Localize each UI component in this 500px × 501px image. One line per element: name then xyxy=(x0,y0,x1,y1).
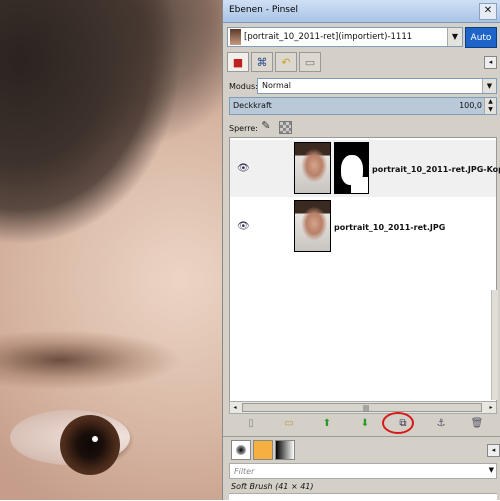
patterns-tab[interactable] xyxy=(253,440,273,460)
brush-icon xyxy=(236,445,246,455)
channels-icon: ⌘ xyxy=(256,56,268,69)
highlight-circle xyxy=(382,412,414,434)
tab-undo[interactable]: ▭ xyxy=(299,52,321,72)
divider xyxy=(223,436,500,437)
layer-row[interactable]: 👁 portrait_10_2011-ret.JPG xyxy=(230,198,496,255)
layers-icon: ■ xyxy=(232,56,244,69)
opacity-value: 100,0 xyxy=(459,101,482,110)
undo-icon: ▭ xyxy=(304,56,316,69)
current-brush-name: Soft Brush (41 × 41) xyxy=(231,482,314,491)
layers-horizontal-scrollbar[interactable]: ◂ ||| ▸ xyxy=(229,401,497,414)
image-selector-value: [portrait_10_2011-ret](importiert)-1111 xyxy=(244,32,413,42)
lock-pixels-brush-icon[interactable]: ✎ xyxy=(259,119,273,133)
layer-thumbnail[interactable] xyxy=(294,142,331,194)
paths-icon: ↶ xyxy=(281,56,291,69)
image-thumbnail-icon xyxy=(230,29,241,45)
raise-layer-icon[interactable]: ⬆ xyxy=(319,416,335,432)
image-canvas[interactable] xyxy=(0,0,222,500)
dock-title: Ebenen - Pinsel xyxy=(229,5,299,15)
close-button[interactable]: ✕ xyxy=(479,3,497,20)
lock-label: Sperre: xyxy=(229,124,258,133)
gradients-tab[interactable] xyxy=(275,440,295,460)
dock-titlebar[interactable]: Ebenen - Pinsel ✕ xyxy=(223,0,500,23)
chevron-down-icon[interactable]: ▼ xyxy=(482,79,496,93)
anchor-icon[interactable]: ⚓ xyxy=(433,416,449,432)
layer-name[interactable]: portrait_10_2011-ret.JPG-Kopie xyxy=(372,165,500,174)
mode-value: Normal xyxy=(262,81,291,90)
scrollbar-thumb[interactable]: ||| xyxy=(242,403,482,412)
auto-button[interactable]: Auto xyxy=(465,27,497,48)
opacity-slider[interactable]: Deckkraft 100,0 ▲ ▼ xyxy=(229,97,497,115)
photo-hair-region xyxy=(0,0,222,270)
layer-name[interactable]: portrait_10_2011-ret.JPG xyxy=(334,223,445,232)
tab-paths[interactable]: ↶ xyxy=(275,52,297,72)
layer-row[interactable]: 👁 portrait_10_2011-ret.JPG-Kopie xyxy=(230,140,500,197)
open-folder-icon[interactable]: ▭ xyxy=(281,416,297,432)
brush-filter-input[interactable]: Filter ▼ xyxy=(229,463,497,479)
layers-toolbar: ▯ ▭ ⬆ ⬇ ⧉ ⚓ 🗑 xyxy=(229,416,497,434)
tab-menu-arrow-icon[interactable]: ◂ xyxy=(487,444,500,457)
chevron-down-icon[interactable]: ▼ xyxy=(489,466,494,474)
tab-menu-arrow-icon[interactable]: ◂ xyxy=(484,56,497,69)
scroll-right-icon[interactable]: ▸ xyxy=(486,402,496,413)
layers-dock: Ebenen - Pinsel ✕ [portrait_10_2011-ret]… xyxy=(222,0,500,501)
layers-vertical-scrollbar[interactable] xyxy=(491,290,498,400)
layer-mask-thumbnail[interactable] xyxy=(334,142,369,194)
layers-list: 👁 portrait_10_2011-ret.JPG-Kopie 👁 portr… xyxy=(229,137,500,402)
delete-layer-icon[interactable]: 🗑 xyxy=(469,416,485,432)
chevron-down-icon[interactable]: ▼ xyxy=(447,28,462,46)
dock-tabs: ■ ⌘ ↶ ▭ ◂ xyxy=(227,52,497,74)
layer-thumbnail[interactable] xyxy=(294,200,331,252)
brushes-tab[interactable] xyxy=(231,440,251,460)
opacity-label: Deckkraft xyxy=(233,101,272,110)
visibility-eye-icon[interactable]: 👁 xyxy=(237,222,251,232)
mode-label: Modus: xyxy=(229,82,258,91)
scroll-left-icon[interactable]: ◂ xyxy=(230,402,240,413)
opacity-spinner[interactable]: ▲ ▼ xyxy=(484,98,496,114)
photo-eye-highlight xyxy=(92,436,98,442)
tab-layers[interactable]: ■ xyxy=(227,52,249,72)
visibility-eye-icon[interactable]: 👁 xyxy=(237,164,251,174)
filter-placeholder: Filter xyxy=(234,467,255,476)
mode-select[interactable]: Normal ▼ xyxy=(257,78,497,94)
photo-iris xyxy=(60,415,120,475)
lower-layer-icon[interactable]: ⬇ xyxy=(357,416,373,432)
new-layer-icon[interactable]: ▯ xyxy=(243,416,259,432)
tab-channels[interactable]: ⌘ xyxy=(251,52,273,72)
lock-alpha-icon[interactable] xyxy=(279,121,292,134)
image-selector[interactable]: [portrait_10_2011-ret](importiert)-1111 … xyxy=(227,27,463,47)
